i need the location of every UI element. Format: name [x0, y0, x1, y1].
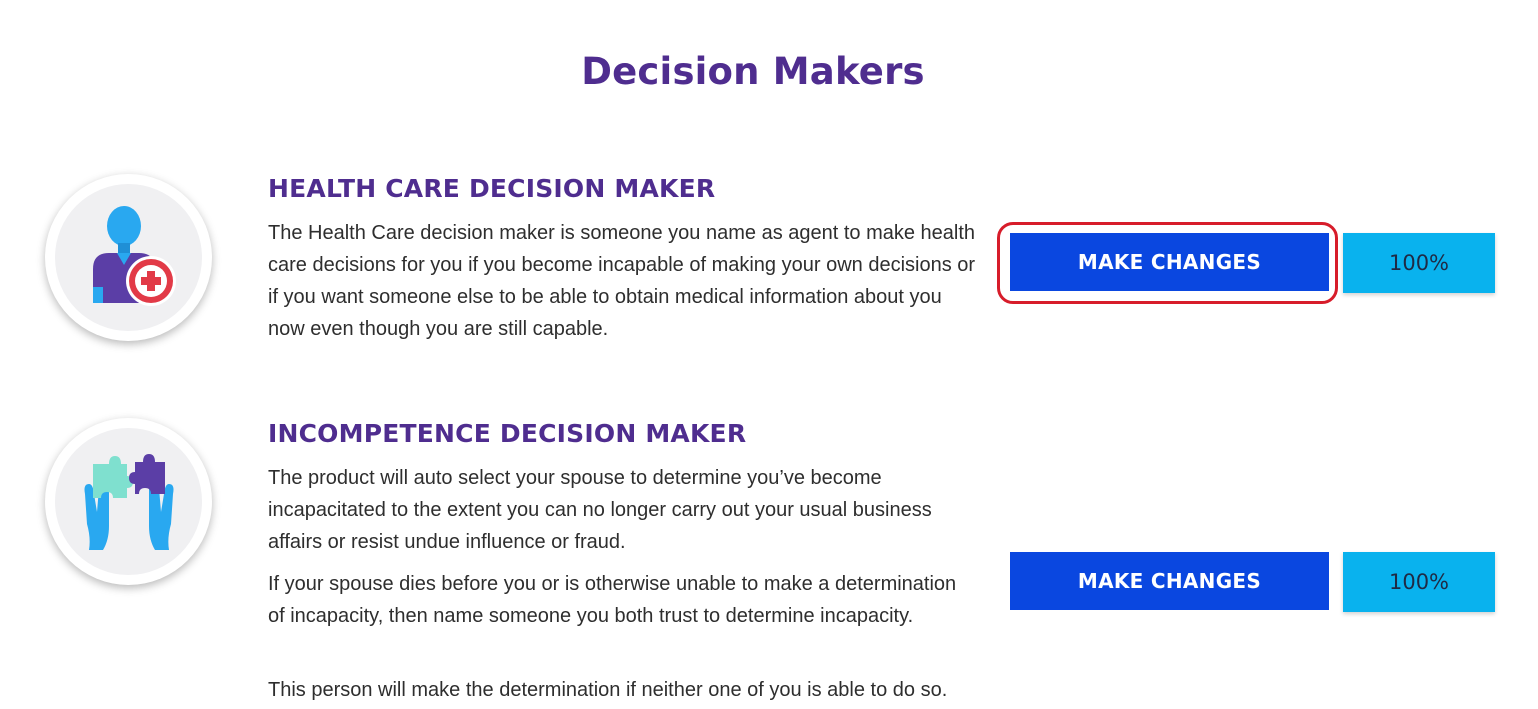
make-changes-button-incompetence[interactable]: MAKE CHANGES: [1010, 552, 1329, 610]
health-care-icon-badge: [45, 174, 212, 341]
incompetence-icon-badge: [45, 418, 212, 585]
section-heading-incompetence: INCOMPETENCE DECISION MAKER: [268, 419, 747, 448]
health-care-agent-icon: [92, 205, 176, 306]
section-description-incompetence-2: If your spouse dies before you or is oth…: [268, 573, 957, 627]
section-description-incompetence-1: The product will auto select your spouse…: [268, 467, 932, 553]
section-description-incompetence-3: This person will make the determination …: [268, 679, 948, 701]
page-title: Decision Makers: [581, 50, 925, 93]
progress-badge-incompetence: 100%: [1343, 552, 1495, 612]
progress-badge-health-care: 100%: [1343, 233, 1495, 293]
section-description-health-care: The Health Care decision maker is someon…: [268, 222, 976, 340]
puzzle-hands-icon: [84, 453, 173, 550]
make-changes-button-health-care[interactable]: MAKE CHANGES: [1010, 233, 1329, 291]
section-heading-health-care: HEALTH CARE DECISION MAKER: [268, 174, 716, 203]
